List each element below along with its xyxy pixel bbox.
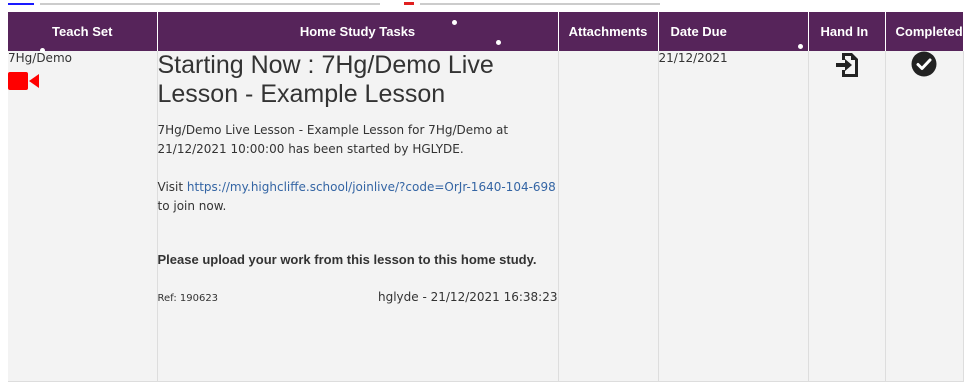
visit-suffix: to join now. <box>157 199 227 213</box>
top-link-fragment <box>8 3 34 5</box>
task-visit-line: Visit https://my.highcliffe.school/joinl… <box>158 178 558 216</box>
column-header-date-due[interactable]: Date Due <box>658 12 809 51</box>
decorative-dot <box>798 44 803 49</box>
teach-set-cell: 7Hg/Demo <box>8 51 158 382</box>
decorative-dot <box>496 40 501 45</box>
teach-set-name: 7Hg/Demo <box>8 51 72 65</box>
column-header-home-study-tasks[interactable]: Home Study Tasks <box>157 12 559 51</box>
table-row: 7Hg/Demo Starting Now : 7Hg/Demo Live Le… <box>8 51 964 382</box>
column-header-hand-in[interactable]: Hand In <box>808 12 886 51</box>
top-strip <box>0 0 964 12</box>
top-text-fragment-2 <box>420 3 660 5</box>
task-author-stamp: hglyde - 21/12/2021 16:38:23 <box>378 290 558 304</box>
task-instruction: Please upload your work from this lesson… <box>157 252 537 267</box>
task-reference: Ref: 190623 <box>157 293 219 304</box>
decorative-dot <box>452 20 457 25</box>
check-circle-icon[interactable] <box>911 51 937 77</box>
decorative-dot <box>40 48 45 53</box>
column-header-teach-set[interactable]: Teach Set <box>8 12 158 51</box>
home-study-table: Teach Set Home Study Tasks Attachments D… <box>8 12 964 382</box>
home-study-task-cell: Starting Now : 7Hg/Demo Live Lesson - Ex… <box>157 51 559 382</box>
task-description: 7Hg/Demo Live Lesson - Example Lesson fo… <box>157 123 509 156</box>
join-live-link[interactable]: https://my.highcliffe.school/joinlive/?c… <box>187 180 556 194</box>
task-title: Starting Now : 7Hg/Demo Live Lesson - Ex… <box>157 51 494 108</box>
completed-cell <box>885 51 964 382</box>
hand-in-cell <box>808 51 886 382</box>
top-red-fragment <box>404 2 414 5</box>
visit-prefix: Visit <box>157 180 184 194</box>
video-camera-icon[interactable] <box>8 71 40 91</box>
date-due-cell: 21/12/2021 <box>658 51 809 382</box>
hand-in-icon[interactable] <box>834 51 860 79</box>
top-text-fragment <box>40 3 380 5</box>
task-footer: Ref: 190623 hglyde - 21/12/2021 16:38:23 <box>158 282 558 304</box>
table-header-row: Teach Set Home Study Tasks Attachments D… <box>8 12 963 51</box>
column-header-completed[interactable]: Completed <box>885 12 963 51</box>
task-body: 7Hg/Demo Live Lesson - Example Lesson fo… <box>158 121 558 270</box>
attachments-cell <box>558 51 659 382</box>
column-header-attachments[interactable]: Attachments <box>558 12 659 51</box>
